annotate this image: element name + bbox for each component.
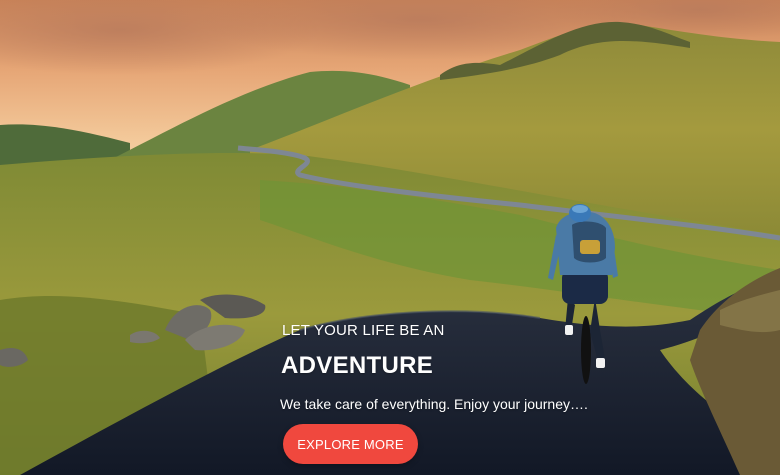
- hero-subtitle: We take care of everything. Enjoy your j…: [280, 396, 588, 412]
- hero-section: LET YOUR LIFE BE AN ADVENTURE We take ca…: [0, 0, 780, 475]
- hero-headline: ADVENTURE: [281, 352, 434, 379]
- hero-tagline: LET YOUR LIFE BE AN: [282, 322, 445, 339]
- explore-more-button[interactable]: EXPLORE MORE: [283, 424, 418, 464]
